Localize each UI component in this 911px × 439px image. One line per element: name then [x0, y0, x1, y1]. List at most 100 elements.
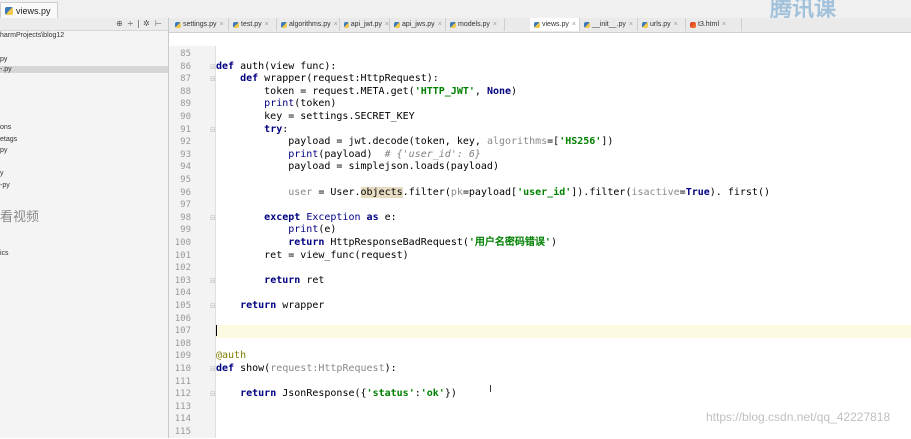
tree-item[interactable]: ons — [0, 124, 11, 131]
code-line[interactable]: return ret — [216, 275, 911, 288]
fold-marker-icon[interactable]: ⊟ — [210, 124, 216, 137]
code-line[interactable]: key = settings.SECRET_KEY — [216, 111, 911, 124]
code-token: pk — [450, 186, 463, 198]
code-line[interactable]: payload = simplejson.loads(payload) — [216, 161, 911, 174]
close-icon[interactable]: × — [265, 21, 269, 28]
code-line[interactable]: @auth — [216, 350, 911, 363]
close-icon[interactable]: × — [722, 21, 726, 28]
code-token: }) — [444, 388, 457, 400]
tab-settings[interactable]: settings.py × — [171, 18, 229, 31]
code-token: algorithms — [486, 136, 548, 148]
locate-icon[interactable]: ⊕ — [116, 19, 123, 28]
tree-item-selected[interactable]: -.py — [0, 66, 168, 73]
mouse-ibeam-cursor: I — [489, 384, 492, 395]
code-line[interactable]: return wrapper — [216, 300, 911, 313]
tree-item-project-path[interactable]: harmProjects\blog12 — [0, 32, 64, 39]
tab-label: settings.py — [183, 21, 217, 28]
code-line[interactable]: def wrapper(request:HttpRequest): — [216, 73, 911, 86]
close-icon[interactable]: × — [385, 21, 389, 28]
close-icon[interactable]: × — [629, 21, 633, 28]
tab-views[interactable]: views.py × — [530, 18, 580, 31]
window-title-bar: views.py 腾讯课 — [0, 0, 911, 19]
code-token: 'status' — [366, 388, 415, 400]
tree-item[interactable]: -py — [0, 182, 10, 189]
tab-algorithms[interactable]: algorithms.py × — [277, 18, 340, 31]
code-line[interactable] — [216, 376, 911, 389]
code-line[interactable]: token = request.META.get('HTTP_JWT', Non… — [216, 86, 911, 99]
tree-item[interactable]: py — [0, 56, 7, 63]
collapse-icon[interactable]: ÷ — [127, 19, 134, 28]
code-line[interactable]: print(token) — [216, 98, 911, 111]
code-line[interactable]: def show(request:HttpRequest): — [216, 363, 911, 376]
fold-marker-icon[interactable]: ⊟ — [210, 275, 216, 288]
tab-t3-html[interactable]: t3.html × — [686, 18, 742, 31]
code-line[interactable]: def auth(view func): — [216, 61, 911, 74]
code-token: = User. — [312, 186, 361, 198]
code-line[interactable] — [216, 426, 911, 439]
close-icon[interactable]: × — [493, 21, 497, 28]
fold-marker-icon[interactable]: ⊟ — [210, 212, 216, 225]
code-line[interactable]: try: — [216, 124, 911, 137]
fold-marker-icon[interactable]: ⊟ — [210, 388, 216, 401]
tree-item[interactable]: ics — [0, 250, 9, 257]
code-line[interactable] — [216, 48, 911, 61]
close-icon[interactable]: × — [438, 21, 442, 28]
code-line[interactable]: payload = jwt.decode(token, key, algorit… — [216, 136, 911, 149]
code-token: 'ok' — [420, 388, 445, 400]
tab-models[interactable]: models.py × — [446, 18, 505, 31]
code-line[interactable]: ret = view_func(request) — [216, 250, 911, 263]
code-editor[interactable]: def auth(view func): def wrapper(request… — [216, 46, 911, 438]
code-token: (token) — [294, 98, 337, 110]
close-icon[interactable]: × — [219, 21, 223, 28]
open-file-tab[interactable]: views.py — [0, 2, 58, 18]
line-number: 92 — [180, 137, 191, 148]
code-token: =[ — [547, 136, 560, 148]
python-file-icon — [584, 21, 590, 28]
code-line[interactable]: return HttpResponseBadRequest('用户名密码错误') — [216, 237, 911, 250]
line-number: 102 — [174, 263, 191, 274]
code-line[interactable]: print(e) — [216, 224, 911, 237]
code-line[interactable]: except Exception as e: — [216, 212, 911, 225]
code-line[interactable] — [216, 199, 911, 212]
tab-label: urls.py — [650, 21, 671, 28]
code-token: return — [264, 274, 307, 286]
fold-marker-icon[interactable]: ⊟ — [210, 61, 216, 74]
hide-icon[interactable]: ⊢ — [155, 19, 162, 28]
tree-item[interactable]: py — [0, 147, 7, 154]
tab-test[interactable]: test.py × — [229, 18, 277, 31]
code-line[interactable]: return JsonResponse({'status':'ok'}) — [216, 388, 911, 401]
line-number: 93 — [180, 149, 191, 160]
code-line[interactable]: user = User.objects.filter(pk=payload['u… — [216, 186, 911, 200]
code-line[interactable] — [216, 262, 911, 275]
close-icon[interactable]: × — [572, 21, 576, 28]
tab-api-jwt[interactable]: api_jwt.py × — [340, 18, 390, 31]
python-file-icon — [175, 21, 181, 28]
code-line[interactable] — [216, 287, 911, 300]
sidebar-toolbar: ⊕ ÷ | ✲ ⊢ — [0, 18, 168, 31]
code-token: show( — [240, 363, 271, 374]
code-line[interactable] — [216, 174, 911, 187]
code-token: as — [366, 211, 385, 223]
code-token: 'HS256' — [559, 136, 602, 148]
code-line[interactable] — [216, 313, 911, 326]
open-file-tab-label: views.py — [16, 5, 51, 16]
fold-marker-icon[interactable]: ⊟ — [210, 73, 216, 86]
code-line[interactable]: print(payload) # {'user_id': 6} — [216, 149, 911, 162]
tab-api-jws[interactable]: api_jws.py × — [390, 18, 446, 31]
close-icon[interactable]: × — [334, 21, 338, 28]
code-line-current[interactable] — [216, 325, 911, 338]
code-line[interactable] — [216, 338, 911, 351]
tree-item[interactable]: etags — [0, 136, 17, 143]
close-icon[interactable]: × — [674, 21, 678, 28]
gear-icon[interactable]: ✲ — [143, 19, 150, 28]
tree-item[interactable]: y — [0, 170, 4, 177]
tab-init[interactable]: __init__.py × — [580, 18, 638, 31]
fold-marker-icon[interactable]: ⊟ — [210, 363, 216, 376]
fold-marker-icon[interactable]: ⊟ — [210, 300, 216, 313]
line-number: 112 — [174, 389, 191, 400]
line-number: 97 — [180, 200, 191, 211]
tab-urls[interactable]: urls.py × — [638, 18, 686, 31]
